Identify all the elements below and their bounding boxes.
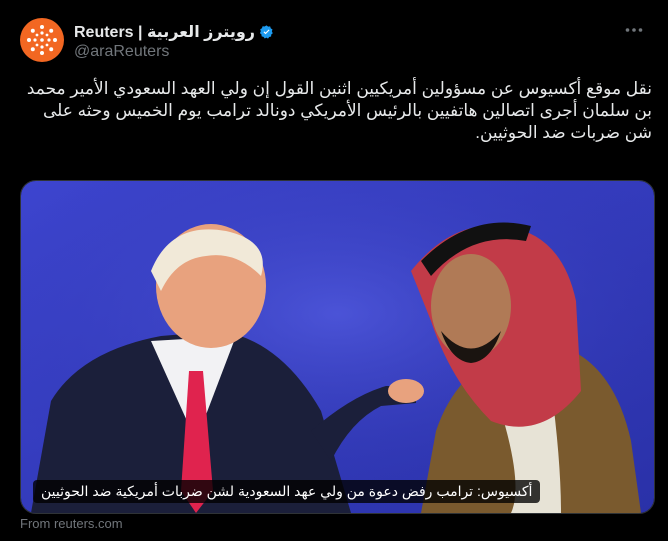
avatar[interactable] [20,18,64,62]
media-image [21,181,654,513]
more-options-button[interactable] [622,18,646,42]
reuters-logo-icon [27,25,57,55]
verified-badge-icon [259,25,273,39]
author-name[interactable]: Reuters | رويترز العربية [74,22,255,42]
media-caption: أكسيوس: ترامب رفض دعوة من ولي عهد السعود… [33,480,541,503]
author-name-row[interactable]: Reuters | رويترز العربية [74,22,274,42]
source-link[interactable]: From reuters.com [20,516,123,531]
author-handle[interactable]: @araReuters [74,43,169,61]
more-options-icon [625,28,643,32]
media-card[interactable]: أكسيوس: ترامب رفض دعوة من ولي عهد السعود… [20,180,655,514]
tweet-text: نقل موقع أكسيوس عن مسؤولين أمريكيين اثني… [26,79,652,142]
